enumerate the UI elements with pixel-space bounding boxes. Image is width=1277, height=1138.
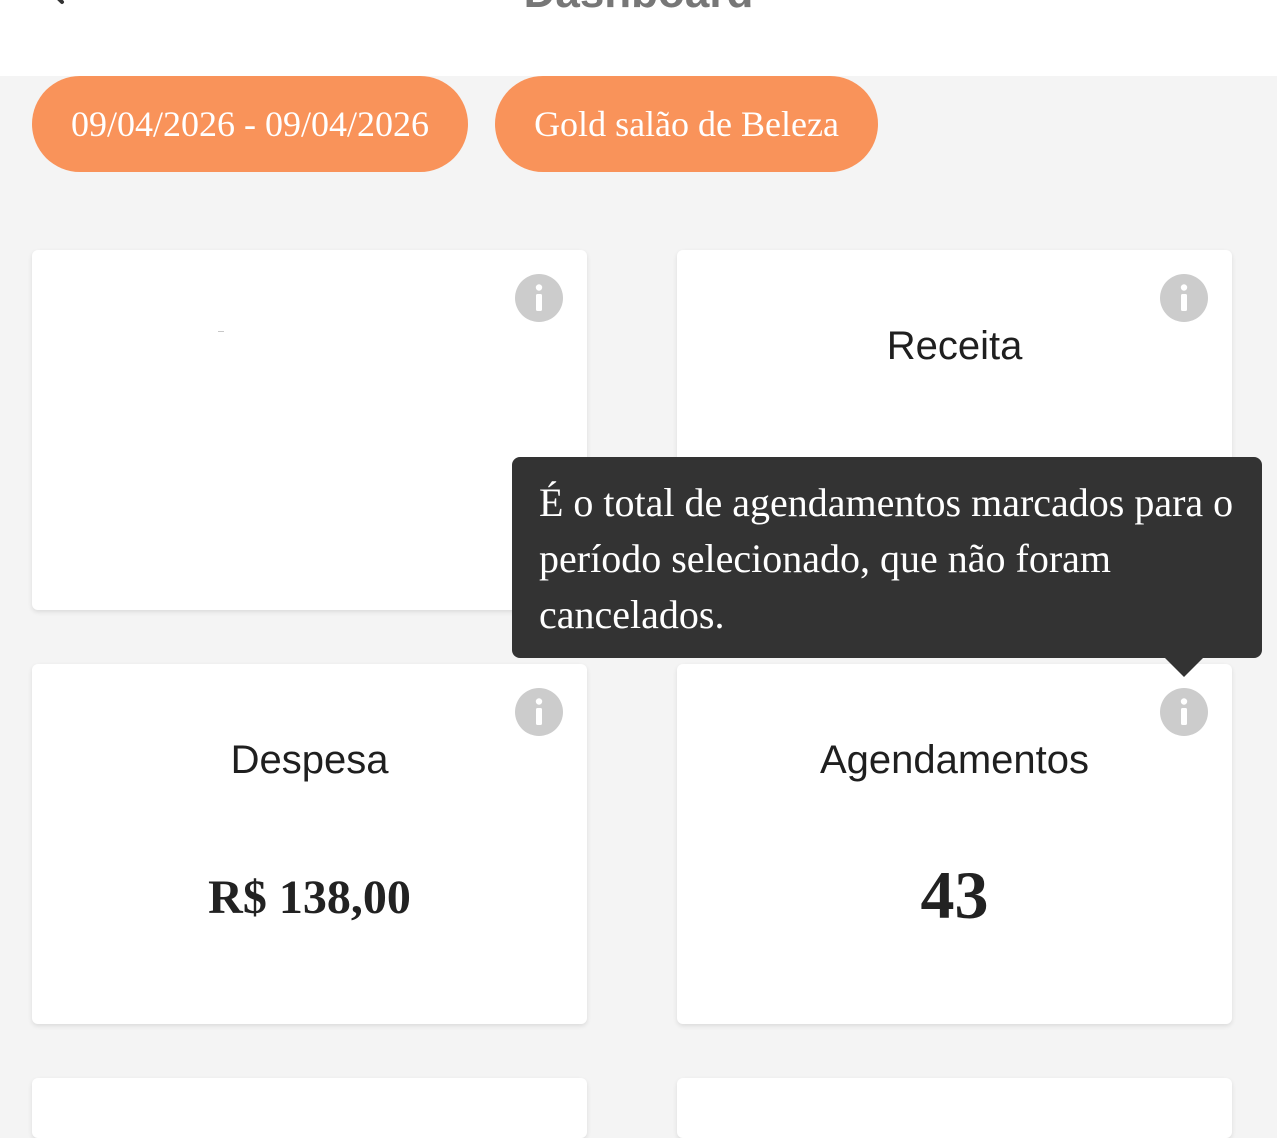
info-tooltip: É o total de agendamentos marcados para … bbox=[512, 457, 1262, 658]
metric-card bbox=[677, 1078, 1232, 1138]
metric-card bbox=[32, 250, 587, 610]
revenue-title: Receita bbox=[886, 324, 1023, 368]
info-button[interactable] bbox=[1160, 688, 1208, 736]
store-filter-button[interactable]: Gold salão de Beleza bbox=[495, 76, 878, 172]
loading-placeholder bbox=[218, 331, 224, 332]
appointments-value: 43 bbox=[920, 857, 989, 933]
info-icon bbox=[515, 688, 563, 736]
app-header: Dashboard bbox=[0, 0, 1277, 76]
info-button[interactable] bbox=[515, 274, 563, 322]
appointments-card: Agendamentos 43 bbox=[677, 664, 1232, 1024]
page-title: Dashboard bbox=[0, 0, 1277, 18]
expense-card: Despesa R$ 138,00 bbox=[32, 664, 587, 1024]
tooltip-arrow bbox=[1164, 657, 1204, 677]
appointments-title: Agendamentos bbox=[819, 738, 1090, 782]
metric-card bbox=[32, 1078, 587, 1138]
info-button[interactable] bbox=[1160, 274, 1208, 322]
expense-title: Despesa bbox=[230, 738, 389, 782]
info-button[interactable] bbox=[515, 688, 563, 736]
info-icon bbox=[1160, 274, 1208, 322]
expense-value: R$ 138,00 bbox=[208, 871, 411, 924]
info-icon bbox=[515, 274, 563, 322]
info-icon bbox=[1160, 688, 1208, 736]
date-range-filter-button[interactable]: 09/04/2026 - 09/04/2026 bbox=[32, 76, 468, 172]
